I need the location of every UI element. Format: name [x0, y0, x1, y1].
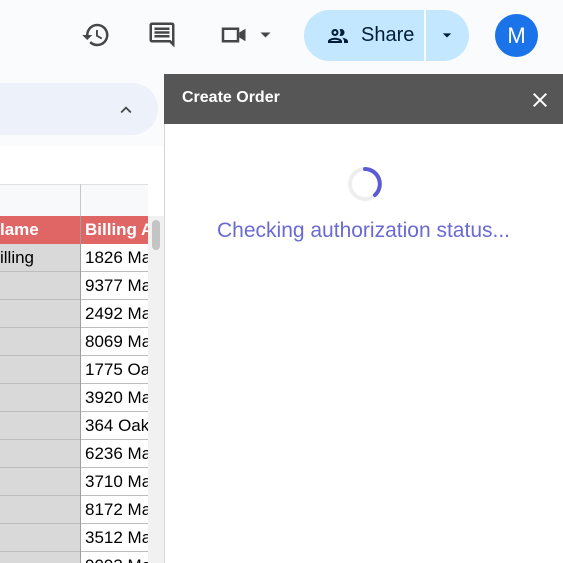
cell-billing[interactable]: 1826 Ma	[81, 244, 148, 271]
video-camera-icon[interactable]	[219, 18, 277, 52]
cell-billing[interactable]: 8069 Ma	[81, 328, 148, 355]
share-main-button[interactable]: Share	[304, 10, 424, 61]
comment-icon[interactable]	[145, 18, 179, 52]
table-row: 3710 Ma	[0, 468, 148, 496]
header-cell-name[interactable]: lame	[0, 216, 80, 244]
cell-name[interactable]	[0, 328, 80, 355]
table-row: illing 1826 Ma	[0, 244, 148, 272]
cell-billing[interactable]: 3920 Ma	[81, 384, 148, 411]
cell-billing[interactable]: 1775 Oa	[81, 356, 148, 383]
table-row: 1775 Oa	[0, 356, 148, 384]
column-gridline	[80, 216, 81, 563]
table-row: 3920 Ma	[0, 384, 148, 412]
cell-name[interactable]	[0, 412, 80, 439]
cell-name[interactable]	[0, 524, 80, 551]
cell-name[interactable]	[0, 552, 80, 563]
caret-down-icon	[442, 33, 452, 38]
scrollbar-thumb[interactable]	[152, 220, 160, 250]
cell-name[interactable]	[0, 300, 80, 327]
header-cell-billing[interactable]: Billing A	[85, 216, 148, 244]
cell-billing[interactable]: 6236 Ma	[81, 440, 148, 467]
chevron-up-icon[interactable]	[115, 99, 137, 126]
column-divider[interactable]	[80, 184, 81, 216]
cell-name[interactable]	[0, 272, 80, 299]
avatar[interactable]: M	[495, 14, 538, 57]
cell-billing[interactable]: 9093 Ma	[81, 552, 148, 563]
table-row: 3512 Ma	[0, 524, 148, 552]
table-row: 364 Oak	[0, 412, 148, 440]
table-row: 9377 Ma	[0, 272, 148, 300]
share-dropdown-button[interactable]	[426, 10, 469, 61]
cell-billing[interactable]: 364 Oak	[81, 412, 148, 439]
loading-spinner-icon	[346, 165, 384, 208]
share-button[interactable]: Share	[304, 10, 469, 61]
table-row: 8069 Ma	[0, 328, 148, 356]
authorization-status-text: Checking authorization status...	[217, 219, 510, 242]
table-row: 2492 Ma	[0, 300, 148, 328]
cell-name[interactable]	[0, 468, 80, 495]
table-row: 6236 Ma	[0, 440, 148, 468]
cell-billing[interactable]: 3512 Ma	[81, 524, 148, 551]
vertical-scrollbar[interactable]	[148, 216, 164, 563]
cell-billing[interactable]: 3710 Ma	[81, 468, 148, 495]
table-row: 8172 Ma	[0, 496, 148, 524]
cell-name[interactable]	[0, 440, 80, 467]
column-header-bar	[0, 184, 148, 217]
share-label: Share	[361, 24, 415, 46]
cell-name[interactable]	[0, 384, 80, 411]
cell-name[interactable]	[0, 496, 80, 523]
cell-billing[interactable]: 2492 Ma	[81, 300, 148, 327]
cell-billing[interactable]: 9377 Ma	[81, 272, 148, 299]
close-icon[interactable]	[528, 88, 552, 117]
cell-name[interactable]	[0, 356, 80, 383]
cell-name[interactable]: illing	[0, 244, 80, 271]
create-order-panel	[164, 74, 563, 563]
cell-billing[interactable]: 8172 Ma	[81, 496, 148, 523]
panel-title: Create Order	[182, 89, 280, 106]
history-icon[interactable]	[79, 18, 113, 52]
table-row: 9093 Ma	[0, 552, 148, 563]
people-icon	[328, 29, 348, 43]
